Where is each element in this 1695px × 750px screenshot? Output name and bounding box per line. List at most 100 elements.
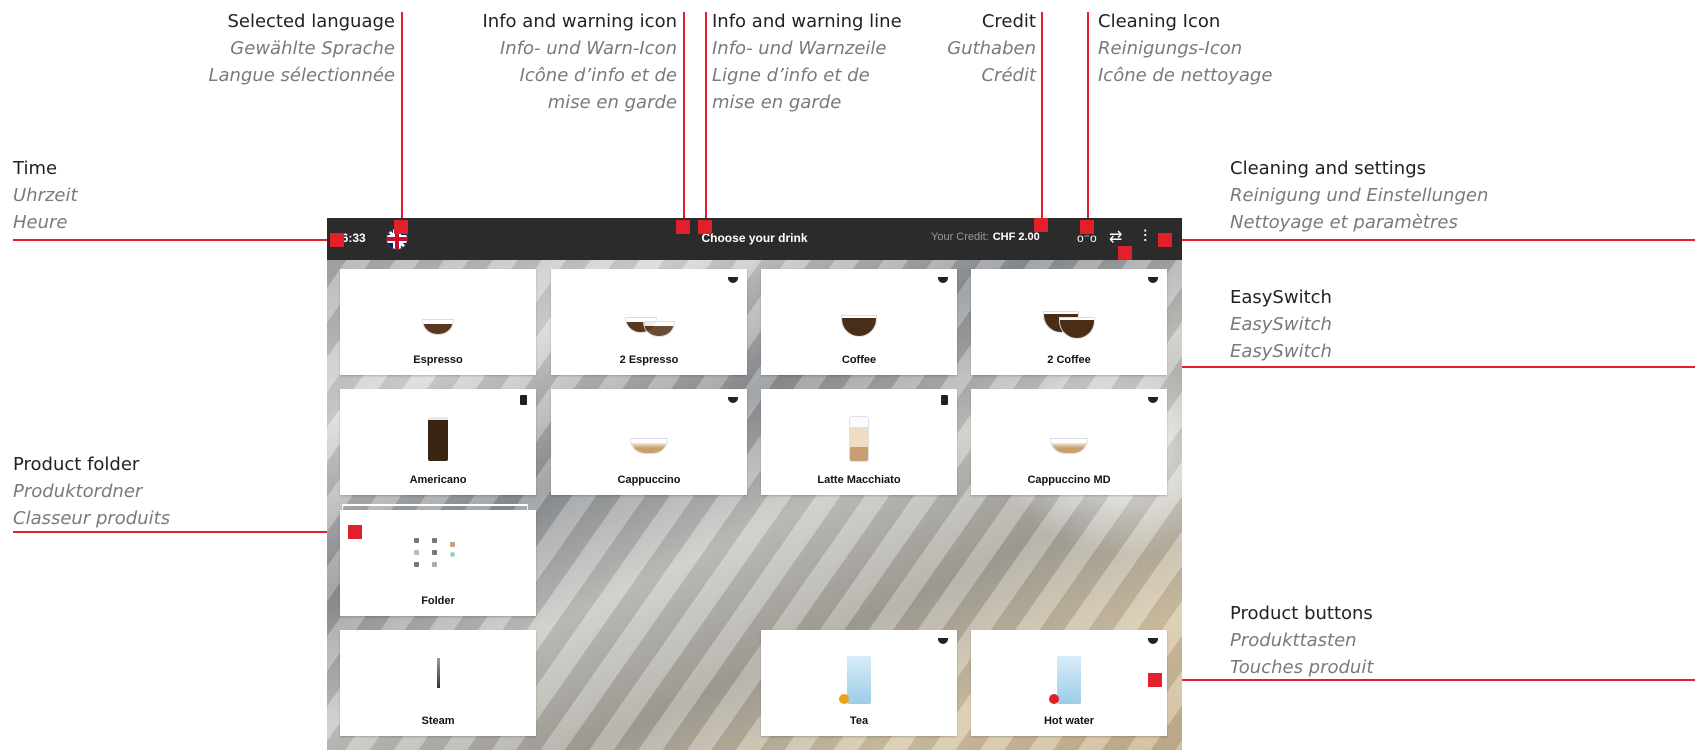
leader-cleaning-settings xyxy=(1165,239,1695,241)
cup-size-icon xyxy=(1148,277,1158,283)
mug-size-icon xyxy=(520,395,527,405)
cup-size-icon xyxy=(728,277,738,283)
callout-en: Info and warning line xyxy=(712,11,902,32)
callout-fr: Crédit xyxy=(981,65,1036,86)
tea-badge-icon xyxy=(839,694,849,704)
marker-cleaning-settings xyxy=(1158,233,1172,247)
callout-product-folder: Product folder Produktordner Classeur pr… xyxy=(13,451,170,532)
marker-credit xyxy=(1034,218,1048,232)
callout-fr: Nettoyage et paramètres xyxy=(1230,212,1458,233)
marker-info-icon xyxy=(676,220,690,234)
latte-glass-image xyxy=(850,417,868,461)
callout-info-warning-icon: Info and warning icon Info- und Warn-Ico… xyxy=(483,8,678,116)
settings-sliders-icon[interactable]: ⫶ xyxy=(1143,227,1147,247)
hot-water-glass-image xyxy=(1057,656,1081,704)
callout-easyswitch: EasySwitch EasySwitch EasySwitch xyxy=(1230,284,1332,365)
marker-cleaning-icon xyxy=(1080,220,1094,234)
product-tea[interactable]: Tea xyxy=(761,630,957,736)
product-latte-macchiato[interactable]: Latte Macchiato xyxy=(761,389,957,495)
leader-language xyxy=(401,12,403,230)
easyswitch-icon[interactable]: ⇄ xyxy=(1109,227,1122,247)
product-label: Steam xyxy=(421,715,455,727)
leader-product-folder xyxy=(13,531,357,533)
callout-fr: Classeur produits xyxy=(13,508,171,529)
callout-de: Info- und Warnzeile xyxy=(712,38,887,59)
credit-display: Your Credit: CHF 2.00 xyxy=(931,231,1040,243)
callout-fr: Langue sélectionnée xyxy=(208,65,395,86)
callout-selected-language: Selected language Gewählte Sprache Langu… xyxy=(208,8,395,89)
callout-de: Produkttasten xyxy=(1230,630,1357,651)
steam-wand-icon xyxy=(433,658,443,688)
marker-time xyxy=(330,233,344,247)
product-label: Espresso xyxy=(413,354,463,366)
callout-en: Product folder xyxy=(13,454,140,475)
info-warning-line: Choose your drink xyxy=(701,231,808,245)
product-label: 2 Coffee xyxy=(1047,354,1091,366)
callout-info-warning-line: Info and warning line Info- und Warnzeil… xyxy=(712,8,902,116)
product-cappuccino-md[interactable]: Cappuccino MD xyxy=(971,389,1167,495)
callout-product-buttons: Product buttons Produkttasten Touches pr… xyxy=(1230,600,1373,681)
callout-en: Cleaning Icon xyxy=(1098,11,1221,32)
leader-credit xyxy=(1041,12,1043,222)
callout-fr: Touches produit xyxy=(1230,657,1374,678)
cappuccino-md-cup-image xyxy=(1051,439,1087,453)
leader-product-buttons xyxy=(1156,679,1695,681)
product-label: Folder xyxy=(421,595,455,607)
callout-de: Gewählte Sprache xyxy=(230,38,395,59)
marker-easyswitch xyxy=(1118,246,1132,260)
callout-fr: Icône d’info et de xyxy=(519,65,677,86)
folder-stack-edge xyxy=(342,504,528,512)
callout-de: Produktordner xyxy=(13,481,143,502)
product-americano[interactable]: Americano xyxy=(340,389,536,495)
cup-size-icon xyxy=(938,638,948,644)
mug-size-icon xyxy=(941,395,948,405)
product-cappuccino[interactable]: Cappuccino xyxy=(551,389,747,495)
leader-cleaning-icon xyxy=(1087,12,1089,230)
product-label: Coffee xyxy=(841,354,877,366)
americano-glass-image xyxy=(428,417,448,461)
folder-contents-icon xyxy=(412,538,462,572)
callout-credit: Credit Guthaben Crédit xyxy=(947,8,1036,89)
callout-fr: Icône de nettoyage xyxy=(1098,65,1273,86)
callout-fr: mise en garde xyxy=(547,92,677,113)
coffee-cup-image xyxy=(842,316,876,336)
product-label: Hot water xyxy=(1043,715,1095,727)
product-label: Americano xyxy=(409,474,467,486)
product-label: Tea xyxy=(849,715,869,727)
callout-fr: Ligne d’info et de xyxy=(712,65,870,86)
callout-de: Reinigung und Einstellungen xyxy=(1230,185,1489,206)
leader-info-icon xyxy=(683,12,685,230)
callout-time: Time Uhrzeit Heure xyxy=(13,155,78,236)
tea-glass-image xyxy=(847,656,871,704)
product-coffee[interactable]: Coffee xyxy=(761,269,957,375)
cup-size-icon xyxy=(1148,397,1158,403)
hot-water-badge-icon xyxy=(1049,694,1059,704)
product-hot-water[interactable]: Hot water xyxy=(971,630,1167,736)
marker-product-buttons xyxy=(1148,673,1162,687)
machine-screen: 16:33 Choose your drink Your Credit: CHF … xyxy=(327,218,1182,750)
credit-label: Your Credit: xyxy=(931,231,989,243)
callout-de: Info- und Warn-Icon xyxy=(499,38,677,59)
callout-de: Reinigungs-Icon xyxy=(1098,38,1243,59)
callout-cleaning-settings: Cleaning and settings Reinigung und Eins… xyxy=(1230,155,1488,236)
marker-language xyxy=(394,220,408,234)
cup-size-icon xyxy=(938,277,948,283)
product-2-coffee[interactable]: 2 Coffee xyxy=(971,269,1167,375)
callout-cleaning-icon: Cleaning Icon Reinigungs-Icon Icône de n… xyxy=(1098,8,1272,89)
callout-en: EasySwitch xyxy=(1230,287,1332,308)
product-2-espresso[interactable]: 2 Espresso xyxy=(551,269,747,375)
product-espresso[interactable]: Espresso xyxy=(340,269,536,375)
leader-easyswitch-h xyxy=(1125,366,1695,368)
product-steam[interactable]: Steam xyxy=(340,630,536,736)
top-bar: 16:33 Choose your drink Your Credit: CHF … xyxy=(327,218,1182,260)
marker-info-line xyxy=(698,220,712,234)
double-espresso-cup-image xyxy=(644,322,674,336)
callout-en: Cleaning and settings xyxy=(1230,158,1427,179)
product-label: Cappuccino xyxy=(617,474,681,486)
leader-info-line xyxy=(705,12,707,230)
callout-en: Time xyxy=(13,158,58,179)
product-folder[interactable]: Folder xyxy=(340,504,536,616)
callout-fr: mise en garde xyxy=(712,92,842,113)
callout-en: Product buttons xyxy=(1230,603,1373,624)
callout-de: Uhrzeit xyxy=(13,185,78,206)
